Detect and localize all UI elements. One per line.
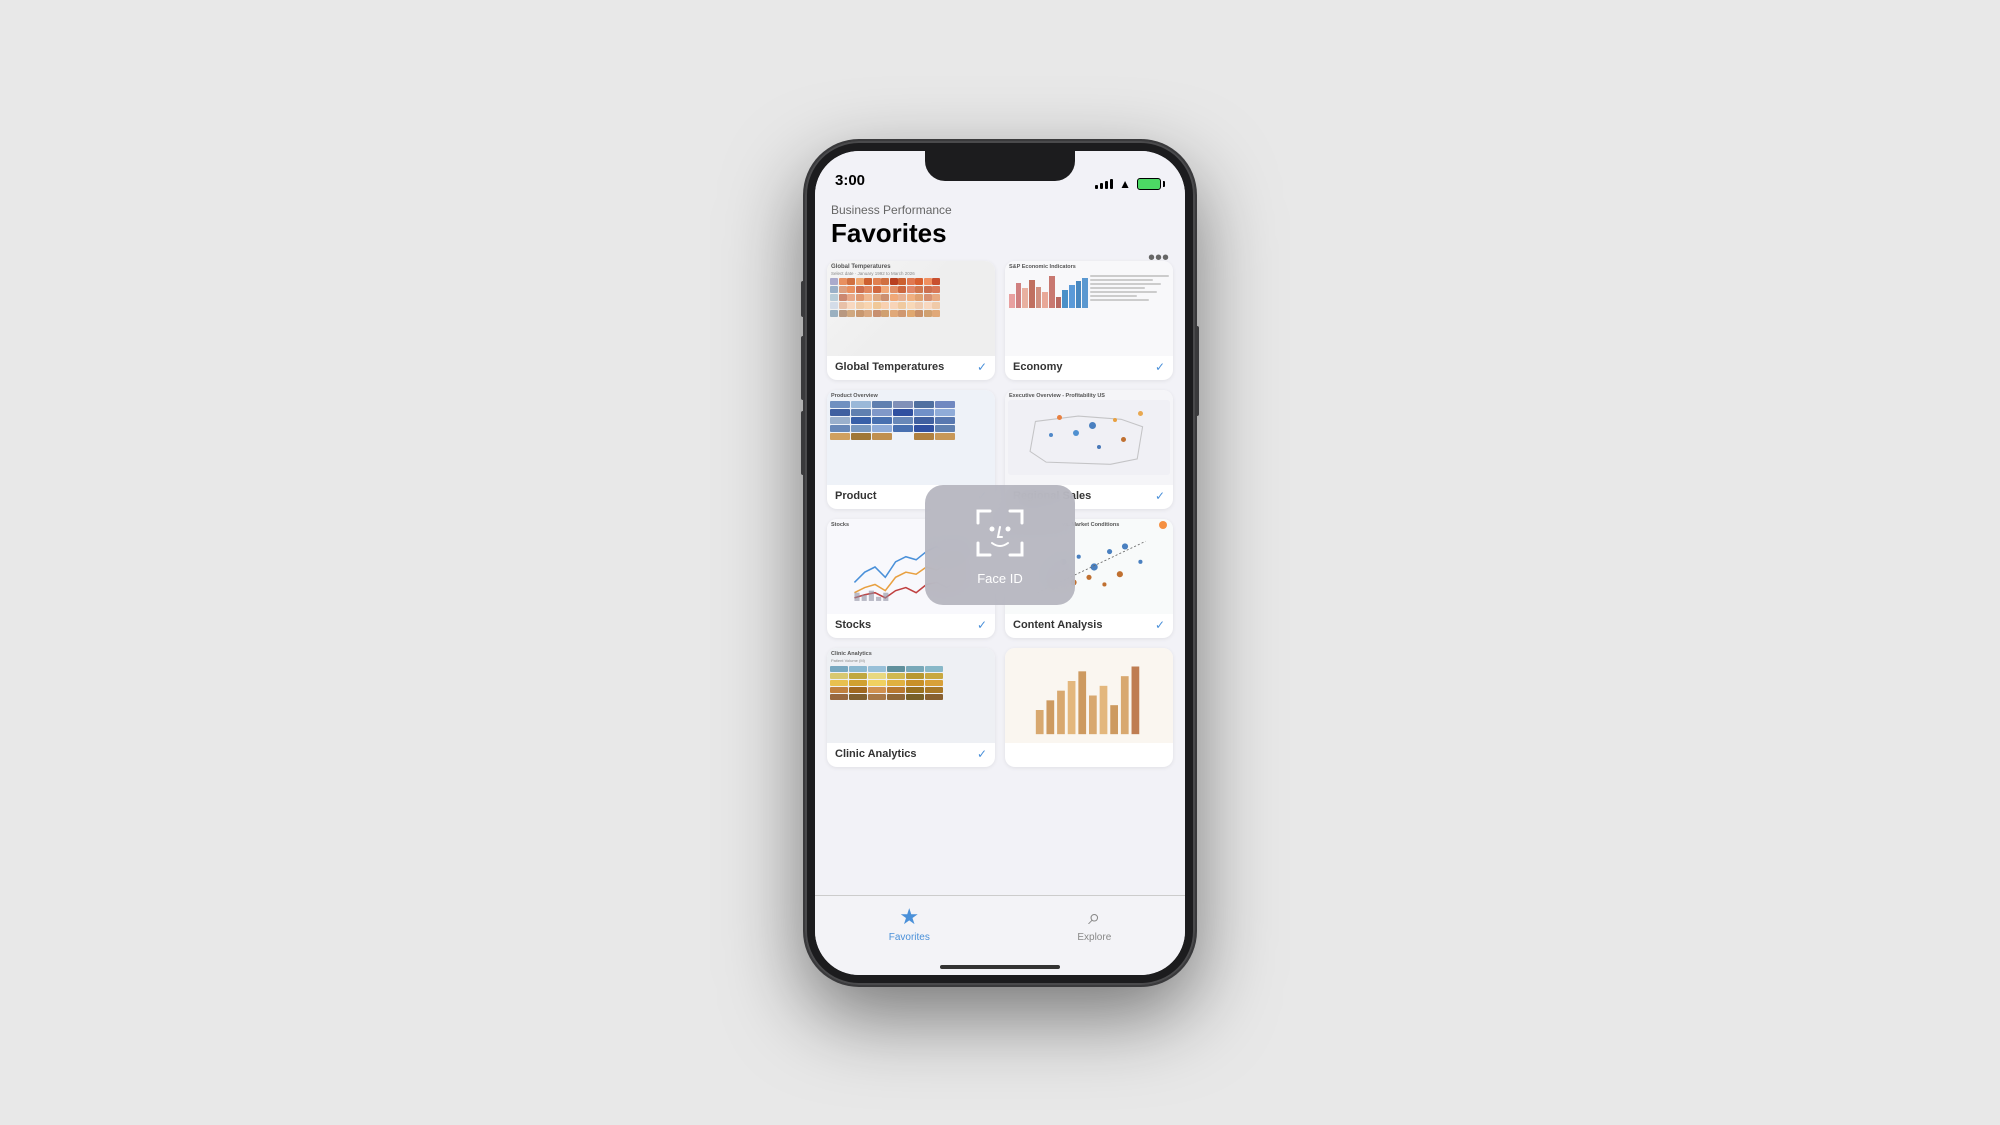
card-check-economy: ✓ bbox=[1155, 360, 1165, 374]
explore-icon: ⌕ bbox=[1088, 904, 1100, 930]
main-content: Business Performance Favorites ••• Globa… bbox=[815, 195, 1185, 895]
face-id-icon bbox=[970, 503, 1030, 563]
tab-explore[interactable]: ⌕ Explore bbox=[1077, 904, 1111, 943]
card-thumb-regional-sales: Executive Overview - Profitability US bbox=[1005, 390, 1173, 485]
card-global-temperatures[interactable]: Global Temperatures Select date · Januar… bbox=[827, 261, 995, 380]
card-check-global-temperatures: ✓ bbox=[977, 360, 987, 374]
battery-icon bbox=[1137, 178, 1165, 190]
status-time: 3:00 bbox=[835, 172, 865, 191]
notch bbox=[925, 151, 1075, 181]
card-label: Stocks ✓ bbox=[827, 614, 995, 638]
wifi-icon: ▲ bbox=[1119, 177, 1131, 191]
face-id-overlay: Face ID bbox=[925, 485, 1075, 605]
card-check-content-analysis: ✓ bbox=[1155, 618, 1165, 632]
status-icons: ▲ bbox=[1095, 177, 1165, 191]
favorites-icon: ★ bbox=[899, 904, 919, 930]
volume-down-button[interactable] bbox=[801, 411, 805, 475]
card-thumb-global-temperatures: Global Temperatures Select date · Januar… bbox=[827, 261, 995, 356]
tab-bar: ★ Favorites ⌕ Explore bbox=[815, 895, 1185, 975]
card-name-economy: Economy bbox=[1013, 361, 1063, 373]
card-thumb-clinic-analytics: Clinic Analytics Patient Volume (M) bbox=[827, 648, 995, 743]
home-indicator bbox=[940, 965, 1060, 969]
tab-explore-label: Explore bbox=[1077, 932, 1111, 943]
tab-favorites[interactable]: ★ Favorites bbox=[889, 904, 930, 943]
page-header: Business Performance Favorites bbox=[815, 195, 1185, 253]
card-economy[interactable]: S&P Economic Indicators bbox=[1005, 261, 1173, 380]
phone-screen: 3:00 ▲ bbox=[815, 151, 1185, 975]
card-name-product: Product bbox=[835, 490, 877, 502]
card-clinic-analytics[interactable]: Clinic Analytics Patient Volume (M) bbox=[827, 648, 995, 767]
card-check-regional-sales: ✓ bbox=[1155, 489, 1165, 503]
volume-up-button[interactable] bbox=[801, 336, 805, 400]
power-button[interactable] bbox=[1195, 326, 1199, 416]
card-label bbox=[1005, 743, 1173, 753]
mute-button[interactable] bbox=[801, 281, 805, 317]
phone-frame: 3:00 ▲ bbox=[805, 141, 1195, 985]
card-check-clinic-analytics: ✓ bbox=[977, 747, 987, 761]
card-name-content-analysis: Content Analysis bbox=[1013, 619, 1102, 631]
card-label: Global Temperatures ✓ bbox=[827, 356, 995, 380]
card-label: Content Analysis ✓ bbox=[1005, 614, 1173, 638]
card-label: Clinic Analytics ✓ bbox=[827, 743, 995, 767]
signal-icon bbox=[1095, 179, 1113, 189]
phone-body: 3:00 ▲ bbox=[805, 141, 1195, 985]
page-title: Favorites bbox=[831, 218, 1169, 249]
card-bar-chart[interactable] bbox=[1005, 648, 1173, 767]
card-label: Economy ✓ bbox=[1005, 356, 1173, 380]
card-thumb-bar-chart bbox=[1005, 648, 1173, 743]
card-thumb-product: Product Overview bbox=[827, 390, 995, 485]
card-name-global-temperatures: Global Temperatures bbox=[835, 361, 944, 373]
header-subtitle: Business Performance bbox=[831, 203, 1169, 217]
card-thumb-economy: S&P Economic Indicators bbox=[1005, 261, 1173, 356]
face-id-label: Face ID bbox=[977, 571, 1023, 586]
card-check-stocks: ✓ bbox=[977, 618, 987, 632]
card-name-clinic-analytics: Clinic Analytics bbox=[835, 748, 917, 760]
tab-favorites-label: Favorites bbox=[889, 932, 930, 943]
card-name-stocks: Stocks bbox=[835, 619, 871, 631]
